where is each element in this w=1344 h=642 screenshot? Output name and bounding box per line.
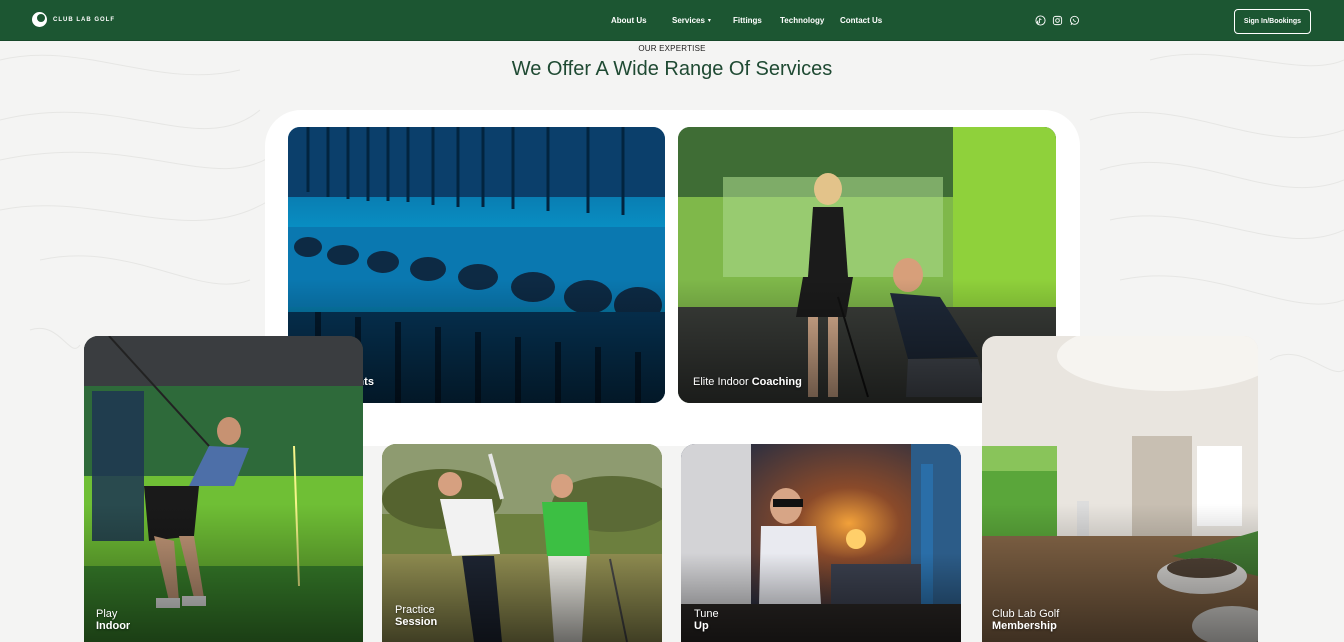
instagram-icon[interactable]	[1052, 15, 1063, 26]
whatsapp-icon[interactable]	[1069, 15, 1080, 26]
sign-in-bookings-button[interactable]: Sign In/Bookings	[1234, 9, 1311, 34]
section-title: We Offer A Wide Range Of Services	[511, 58, 833, 80]
card-practice-session[interactable]: Practice Session	[382, 444, 662, 642]
nav-contact-us[interactable]: Contact Us	[840, 16, 882, 25]
card-shade	[382, 552, 662, 642]
card-label-line2: Indoor	[96, 620, 131, 632]
nav-services-label: Services	[672, 16, 705, 25]
card-label-line2: Session	[395, 616, 438, 628]
card-label: Club Lab Golf Membership	[992, 608, 1059, 632]
card-label-line1: Play	[96, 608, 118, 620]
card-shade	[681, 552, 961, 642]
card-label: Practice Session	[395, 604, 437, 628]
card-tune-up[interactable]: Tune Up	[681, 444, 961, 642]
card-label: Tune Up	[694, 608, 719, 632]
card-label-line2: Up	[694, 620, 709, 632]
top-navbar: CLUB LAB GOLF About Us Services ▾ Fitting…	[0, 0, 1344, 41]
chevron-down-icon: ▾	[707, 18, 711, 24]
card-label-prefix: Elite Indoor	[693, 376, 752, 388]
card-label-line2: Membership	[992, 620, 1057, 632]
card-label-line1: Practice	[395, 604, 435, 616]
nav-services[interactable]: Services ▾	[672, 16, 711, 25]
card-label-line1: Tune	[694, 608, 719, 620]
nav-fittings[interactable]: Fittings	[733, 16, 762, 25]
card-label: Play Indoor	[96, 608, 130, 632]
section-eyebrow: OUR EXPERTISE	[638, 44, 706, 53]
tiktok-icon[interactable]	[1035, 15, 1046, 26]
card-label-bold: Coaching	[751, 376, 802, 388]
nav-menu: About Us Services ▾ Fittings Technology C…	[0, 0, 1344, 41]
card-play-indoor[interactable]: Play Indoor	[84, 336, 363, 642]
nav-about-us[interactable]: About Us	[611, 16, 647, 25]
card-club-lab-golf-membership[interactable]: Club Lab Golf Membership	[982, 336, 1258, 642]
card-label-line1: Club Lab Golf	[992, 608, 1060, 620]
nav-technology[interactable]: Technology	[780, 16, 824, 25]
card-label: Elite Indoor Coaching	[693, 376, 802, 388]
social-links	[1035, 15, 1080, 26]
